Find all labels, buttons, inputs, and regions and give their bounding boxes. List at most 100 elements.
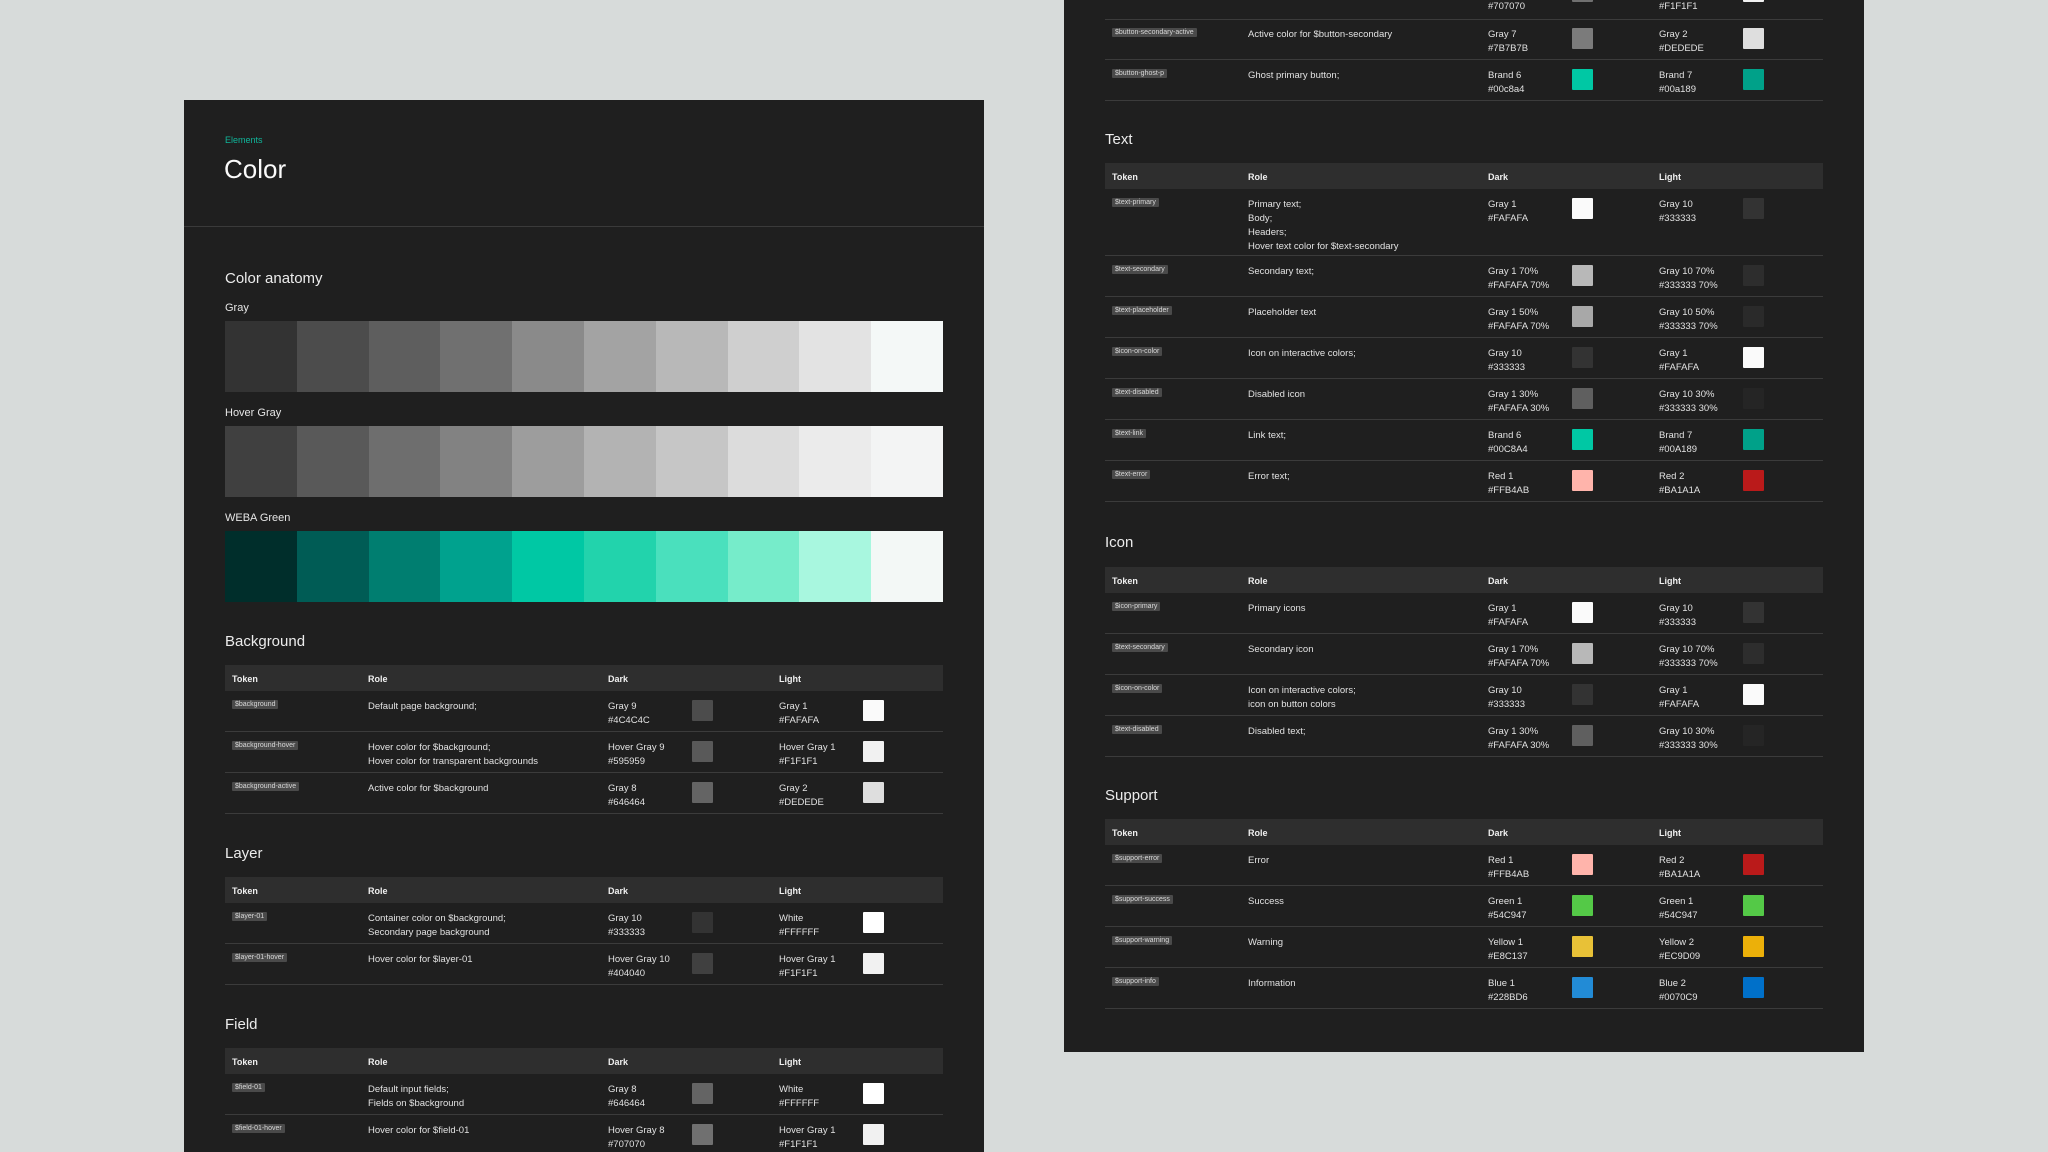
color-swatch xyxy=(296,426,369,497)
light-value: Gray 1 #FAFAFA xyxy=(1659,348,1700,373)
token-tag[interactable]: $background xyxy=(232,700,279,709)
column-header-light: Light xyxy=(1659,172,1681,182)
dark-value: Green 1 #54C947 xyxy=(1488,896,1527,921)
color-swatch xyxy=(727,321,800,392)
table-row: #707070 #F1F1F1 xyxy=(1105,0,1823,20)
dark-swatch xyxy=(1572,198,1593,219)
light-value: Brand 7 #00A189 xyxy=(1659,430,1698,455)
column-header-dark: Dark xyxy=(1488,828,1509,838)
column-header-role: Role xyxy=(1248,172,1268,182)
role-text: Warning xyxy=(1248,937,1284,948)
color-swatch xyxy=(440,321,513,392)
light-value: Red 2 #BA1A1A xyxy=(1659,471,1701,496)
dark-value: Hover Gray 10 #404040 xyxy=(608,954,670,979)
color-swatch xyxy=(727,426,800,497)
light-value: Gray 10 50% #333333 70% xyxy=(1659,307,1718,332)
dark-value: Gray 1 50% #FAFAFA 70% xyxy=(1488,307,1550,332)
table-support: Token Role Dark Light $support-error Error Red… xyxy=(1105,819,1823,1009)
column-header-light: Light xyxy=(779,886,801,896)
token-tag[interactable]: $support-warning xyxy=(1112,936,1173,945)
color-swatch xyxy=(871,531,943,602)
dark-swatch xyxy=(1572,977,1593,998)
token-tag[interactable]: $layer-01-hover xyxy=(232,953,288,962)
section-title-field: Field xyxy=(225,1016,258,1033)
light-swatch xyxy=(1743,936,1764,957)
table-row: $text-link Link text; Brand 6 #00C8A4 Brand… xyxy=(1105,420,1823,461)
page-header: Elements Color xyxy=(184,100,984,227)
column-header-token: Token xyxy=(1112,172,1138,182)
dark-value: Gray 1 70% #FAFAFA 70% xyxy=(1488,644,1550,669)
column-header-dark: Dark xyxy=(1488,576,1509,586)
role-text: Disabled text; xyxy=(1248,726,1306,737)
dark-value: Gray 1 #FAFAFA xyxy=(1488,603,1529,628)
token-tag[interactable]: $layer-01 xyxy=(232,912,268,921)
light-swatch xyxy=(863,1124,884,1145)
token-tag[interactable]: $button-secondary-active xyxy=(1112,28,1197,37)
token-tag[interactable]: $background-active xyxy=(232,782,300,791)
dark-value: Hover Gray 8 #707070 xyxy=(608,1125,665,1150)
dark-swatch xyxy=(1572,684,1593,705)
table-row: $field-01-hover Hover color for $field-01… xyxy=(225,1115,943,1152)
role-text: Information xyxy=(1248,978,1296,989)
light-swatch xyxy=(863,912,884,933)
token-tag[interactable]: $button-ghost-p xyxy=(1112,69,1168,78)
light-swatch xyxy=(863,1083,884,1104)
token-tag[interactable]: $text-primary xyxy=(1112,198,1159,207)
token-tag[interactable]: $field-01-hover xyxy=(232,1124,285,1133)
section-title-text: Text xyxy=(1105,131,1133,148)
dark-swatch xyxy=(1572,725,1593,746)
token-tag[interactable]: $text-secondary xyxy=(1112,643,1168,652)
light-value: Gray 10 30% #333333 30% xyxy=(1659,726,1718,751)
column-header-role: Role xyxy=(368,886,388,896)
light-value: Hover Gray 1 #F1F1F1 xyxy=(779,742,836,767)
dark-value: Gray 9 #4C4C4C xyxy=(608,701,650,726)
token-tag[interactable]: $icon-primary xyxy=(1112,602,1161,611)
token-tag[interactable]: $text-disabled xyxy=(1112,725,1162,734)
color-swatch xyxy=(225,531,297,602)
token-tag[interactable]: $field-01 xyxy=(232,1083,265,1092)
breadcrumb[interactable]: Elements xyxy=(225,135,263,145)
dark-swatch xyxy=(1572,69,1593,90)
token-tag[interactable]: $support-success xyxy=(1112,895,1173,904)
light-swatch xyxy=(1743,643,1764,664)
column-header-token: Token xyxy=(232,1057,258,1067)
role-text: Ghost primary button; xyxy=(1248,70,1340,81)
color-swatch xyxy=(296,321,369,392)
section-title-background: Background xyxy=(225,633,306,650)
token-tag[interactable]: $text-placeholder xyxy=(1112,306,1172,315)
token-tag[interactable]: $background-hover xyxy=(232,741,299,750)
table-icon: Token Role Dark Light $icon-primary Primary i… xyxy=(1105,567,1823,757)
token-tag[interactable]: $support-error xyxy=(1112,854,1163,863)
color-swatch xyxy=(440,426,513,497)
role-text: Primary icons xyxy=(1248,603,1306,614)
light-value: Gray 1 #FAFAFA xyxy=(1659,685,1700,710)
color-swatch xyxy=(799,321,872,392)
token-tag[interactable]: $support-info xyxy=(1112,977,1159,986)
dark-value: Yellow 1 #E8C137 xyxy=(1488,937,1528,962)
color-swatch xyxy=(655,426,728,497)
role-text: Icon on interactive colors; xyxy=(1248,348,1356,359)
dark-value: Gray 1 30% #FAFAFA 30% xyxy=(1488,389,1550,414)
table-header: Token Role Dark Light xyxy=(225,1048,943,1074)
token-tag[interactable]: $text-error xyxy=(1112,470,1151,479)
color-swatch xyxy=(512,321,584,392)
table-header: Token Role Dark Light xyxy=(1105,819,1823,845)
dark-swatch xyxy=(692,782,713,803)
dark-swatch xyxy=(1572,0,1593,2)
token-tag[interactable]: $text-secondary xyxy=(1112,265,1168,274)
table-row: $text-error Error text; Red 1 #FFB4AB Red 2… xyxy=(1105,461,1823,502)
token-tag[interactable]: $text-disabled xyxy=(1112,388,1162,397)
token-tag[interactable]: $text-link xyxy=(1112,429,1147,438)
light-value: Yellow 2 #EC9D09 xyxy=(1659,937,1701,962)
table-header: Token Role Dark Light xyxy=(1105,163,1823,189)
light-swatch xyxy=(1743,388,1764,409)
dark-value: Gray 10 #333333 xyxy=(608,913,645,938)
dark-swatch xyxy=(692,741,713,762)
column-header-token: Token xyxy=(232,674,258,684)
table-layer: Token Role Dark Light $layer-01 Container col… xyxy=(225,877,943,985)
role-text: Icon on interactive colors; icon on butt… xyxy=(1248,685,1356,710)
token-tag[interactable]: $icon-on-color xyxy=(1112,684,1163,693)
color-swatch xyxy=(871,321,943,392)
dark-value: Gray 10 #333333 xyxy=(1488,348,1525,373)
token-tag[interactable]: $icon-on-color xyxy=(1112,347,1163,356)
